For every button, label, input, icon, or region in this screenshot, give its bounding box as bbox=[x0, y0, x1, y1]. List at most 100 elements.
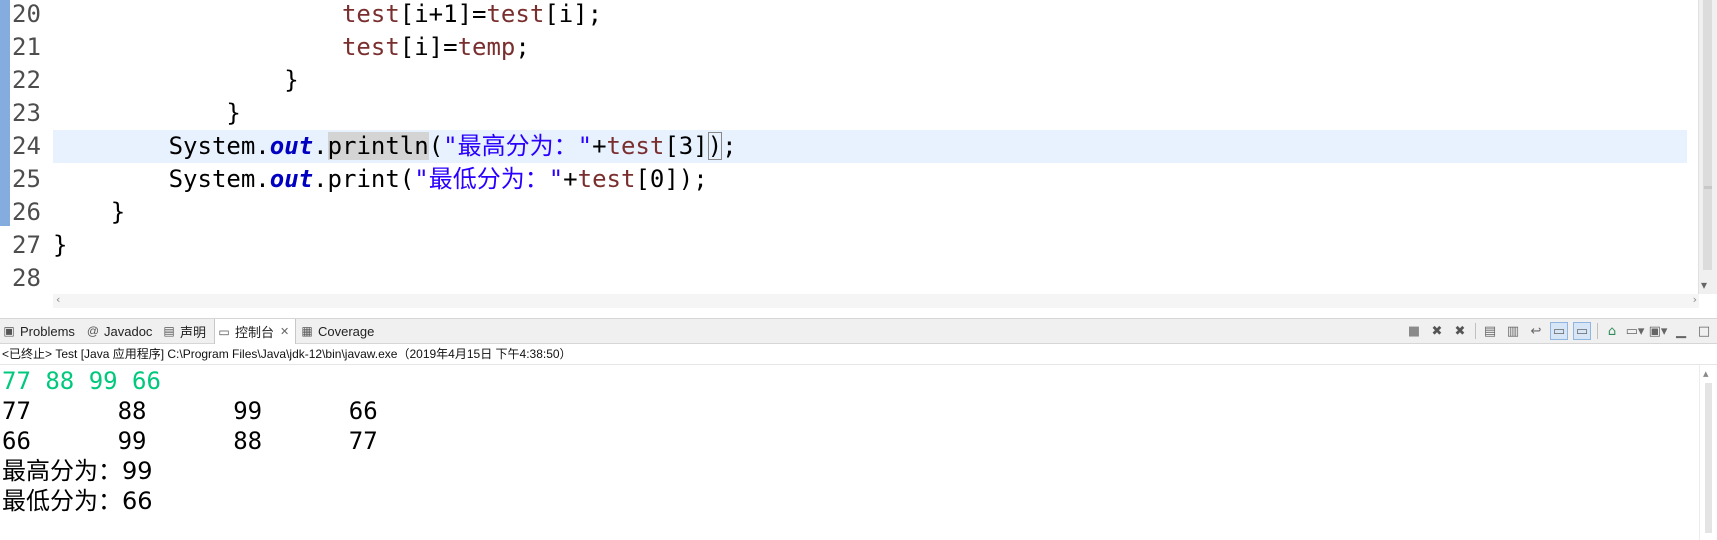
code-token: test bbox=[341, 33, 400, 61]
view-tab-bar: ▣ Problems @ Javadoc ▤ 声明 ▭ 控制台 ✕ ▦ Cove… bbox=[0, 318, 1717, 344]
line-number: 21 bbox=[12, 33, 41, 61]
code-token: } bbox=[226, 99, 241, 127]
code-line[interactable]: System.out.print("最低分为："+test[0]); bbox=[53, 163, 1687, 196]
toolbar-separator bbox=[1475, 323, 1476, 339]
code-token: temp bbox=[457, 33, 516, 61]
annotation-ruler bbox=[0, 0, 12, 294]
coverage-icon: ▦ bbox=[301, 324, 313, 338]
console-output[interactable]: 77 88 99 66 77 88 99 66 66 99 88 77 最高分为… bbox=[0, 365, 1700, 540]
maximize-icon[interactable]: □ bbox=[1695, 322, 1713, 340]
minimize-icon[interactable]: ▁ bbox=[1672, 322, 1690, 340]
pin-console-icon[interactable]: ⌂ bbox=[1603, 322, 1621, 340]
show-on-stdout-icon[interactable]: ▭ bbox=[1550, 322, 1568, 340]
code-token: test bbox=[577, 165, 636, 193]
close-icon[interactable]: ✕ bbox=[280, 325, 289, 338]
code-token: test bbox=[486, 0, 545, 28]
code-token: ; bbox=[515, 33, 530, 61]
code-token: [3] bbox=[664, 132, 708, 160]
code-token: } bbox=[53, 231, 68, 259]
tab-label: Coverage bbox=[318, 323, 375, 339]
code-token: + bbox=[563, 165, 578, 193]
code-token: out bbox=[269, 132, 314, 160]
line-number: 27 bbox=[12, 231, 41, 259]
scroll-left-icon[interactable]: ‹ bbox=[56, 293, 60, 306]
tab-label: 控制台 bbox=[235, 325, 275, 340]
code-line[interactable]: } bbox=[53, 64, 1687, 97]
word-wrap-icon[interactable]: ↩ bbox=[1527, 322, 1545, 340]
declaration-icon: ▤ bbox=[163, 324, 175, 338]
code-token: System. bbox=[168, 132, 270, 160]
terminate-icon[interactable]: ■ bbox=[1405, 322, 1423, 340]
line-number: 20 bbox=[12, 0, 41, 28]
code-line-current[interactable]: System.out.println("最高分为："+test[3]); bbox=[53, 130, 1687, 163]
console-vertical-scrollbar[interactable]: ▴ bbox=[1699, 365, 1717, 540]
scroll-right-icon[interactable]: › bbox=[1693, 293, 1697, 306]
code-line[interactable]: } bbox=[53, 97, 1687, 130]
code-token: ) bbox=[707, 132, 723, 160]
console-input-line: 77 88 99 66 bbox=[2, 367, 161, 395]
open-console-icon[interactable]: ▣▾ bbox=[1649, 322, 1668, 340]
code-token: . bbox=[313, 132, 328, 160]
code-line[interactable]: } bbox=[53, 196, 1687, 229]
code-line[interactable]: } bbox=[53, 229, 1687, 262]
problems-icon: ▣ bbox=[3, 324, 15, 338]
toolbar-separator bbox=[1597, 323, 1598, 339]
code-token: ; bbox=[722, 132, 737, 160]
code-token: System. bbox=[168, 165, 270, 193]
tab-console[interactable]: ▭ 控制台 ✕ bbox=[214, 319, 297, 344]
code-token: test bbox=[341, 0, 400, 28]
overview-mark bbox=[1704, 186, 1712, 189]
code-line[interactable]: test[i]=temp; bbox=[53, 31, 1687, 64]
remove-launch-icon[interactable]: ✖ bbox=[1428, 322, 1446, 340]
tab-javadoc[interactable]: @ Javadoc bbox=[86, 319, 153, 343]
code-token: .print( bbox=[313, 165, 415, 193]
console-icon: ▭ bbox=[218, 324, 230, 339]
scroll-up-icon[interactable]: ▴ bbox=[1703, 367, 1709, 380]
editor-horizontal-scrollbar[interactable]: ‹ › bbox=[53, 293, 1699, 308]
console-output-line: 66 99 88 77 bbox=[2, 427, 378, 455]
code-token: out bbox=[269, 165, 314, 193]
line-number: 24 bbox=[12, 132, 41, 160]
code-line[interactable]: test[i+1]=test[i]; bbox=[53, 0, 1687, 31]
code-area[interactable]: test[i+1]=test[i]; test[i]=temp; } } Sys… bbox=[53, 0, 1687, 294]
change-marker bbox=[0, 0, 10, 226]
scroll-thumb[interactable] bbox=[1703, 0, 1712, 270]
console-toolbar: ■ ✖ ✖ ▤ ▥ ↩ ▭ ▭ ⌂ ▭▾ ▣▾ ▁ □ bbox=[1400, 322, 1713, 340]
code-token: } bbox=[284, 66, 299, 94]
code-token: [i+1]= bbox=[399, 0, 487, 28]
show-on-stderr-icon[interactable]: ▭ bbox=[1573, 322, 1591, 340]
line-number: 25 bbox=[12, 165, 41, 193]
scroll-thumb[interactable] bbox=[1705, 383, 1712, 533]
code-token: [i]= bbox=[399, 33, 458, 61]
line-number: 23 bbox=[12, 99, 41, 127]
tab-declaration[interactable]: ▤ 声明 bbox=[162, 319, 206, 343]
console-process-label: <已终止> Test [Java 应用程序] C:\Program Files\… bbox=[0, 344, 1717, 365]
display-console-icon[interactable]: ▭▾ bbox=[1626, 322, 1645, 340]
code-token: [i]; bbox=[544, 0, 603, 28]
code-editor[interactable]: 20 21 22 23 24 25 26 27 28 test[i+1]=test[i]; te… bbox=[0, 0, 1717, 294]
tab-label: 声明 bbox=[180, 324, 207, 340]
scroll-down-icon[interactable]: ▾ bbox=[1701, 278, 1707, 292]
code-line[interactable] bbox=[53, 262, 1687, 295]
code-token: [0]); bbox=[635, 165, 708, 193]
clear-console-icon[interactable]: ▤ bbox=[1481, 322, 1499, 340]
console-output-line: 77 88 99 66 bbox=[2, 397, 378, 425]
tab-label: Javadoc bbox=[104, 323, 153, 339]
line-number: 22 bbox=[12, 66, 41, 94]
console-output-line: 最低分为：66 bbox=[2, 487, 153, 515]
remove-all-terminated-icon[interactable]: ✖ bbox=[1451, 322, 1469, 340]
code-token: + bbox=[592, 132, 607, 160]
line-number: 28 bbox=[12, 264, 41, 292]
code-token: } bbox=[110, 198, 126, 226]
tab-problems[interactable]: ▣ Problems bbox=[2, 319, 75, 343]
javadoc-icon: @ bbox=[86, 324, 100, 338]
code-token: "最高分为：" bbox=[443, 132, 593, 160]
console-output-line: 最高分为：99 bbox=[2, 457, 153, 485]
tab-label: Problems bbox=[20, 323, 75, 339]
line-number: 26 bbox=[12, 198, 41, 226]
tab-coverage[interactable]: ▦ Coverage bbox=[300, 319, 374, 343]
code-token: ( bbox=[428, 132, 444, 160]
scroll-lock-icon[interactable]: ▥ bbox=[1504, 322, 1522, 340]
editor-vertical-scrollbar[interactable]: ▾ bbox=[1698, 0, 1717, 294]
code-token: "最低分为：" bbox=[414, 165, 564, 193]
